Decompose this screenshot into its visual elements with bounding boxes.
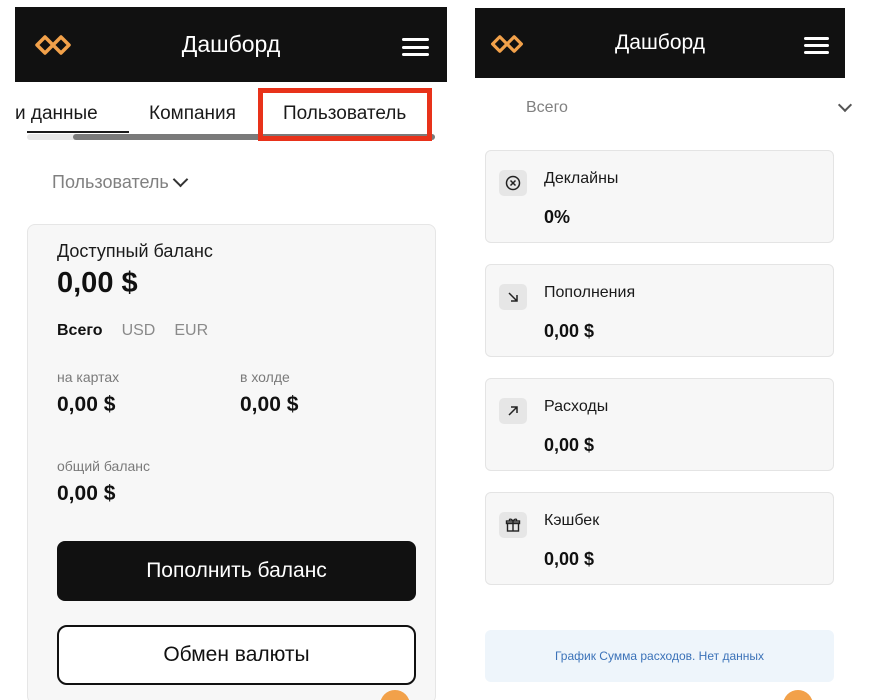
total-balance-label: общий баланс: [57, 458, 151, 474]
balance-title: Доступный баланс: [57, 241, 213, 261]
logo-icon[interactable]: [33, 33, 73, 62]
on-hold-label: в холде: [240, 369, 290, 385]
currency-tab-usd[interactable]: USD: [122, 322, 156, 340]
menu-icon[interactable]: [804, 37, 829, 54]
currency-tab-all[interactable]: Всего: [57, 322, 103, 340]
page-title: Дашборд: [615, 31, 705, 54]
stat-value: 0,00 $: [544, 435, 595, 455]
stat-label: Расходы: [544, 398, 609, 415]
stat-value: 0,00 $: [544, 549, 595, 569]
highlight-box: [258, 88, 432, 141]
balance-card: Доступный баланс 0,00 $ Всего USD EUR на…: [27, 224, 436, 700]
left-screen: Дашборд и данные Компания Пользователь П…: [0, 0, 460, 700]
on-hold-value: 0,00 $: [240, 393, 299, 416]
period-filter-dropdown[interactable]: Всего: [526, 97, 853, 117]
on-cards-value: 0,00 $: [57, 393, 116, 416]
tab-company[interactable]: Компания: [149, 103, 236, 125]
arrow-down-right-icon: [499, 284, 527, 310]
arrow-up-right-icon: [499, 398, 527, 424]
expenses-chart-empty: График Сумма расходов. Нет данных: [485, 630, 834, 682]
stat-label: Кэшбек: [544, 512, 600, 529]
stat-value: 0,00 $: [544, 321, 595, 341]
stat-card-expenses: Расходы 0,00 $: [485, 378, 834, 471]
total-balance-value: 0,00 $: [57, 482, 116, 505]
chevron-down-icon: [837, 97, 853, 113]
stat-label: Пополнения: [544, 284, 636, 301]
stat-card-declines: Деклайны 0%: [485, 150, 834, 243]
app-header: Дашборд: [15, 7, 447, 82]
gift-icon: [499, 512, 527, 538]
declined-icon: [499, 170, 527, 196]
page-title: Дашборд: [181, 31, 281, 57]
chevron-down-icon: [172, 171, 189, 188]
user-filter-dropdown[interactable]: Пользователь: [52, 171, 189, 193]
support-chat-icon[interactable]: [783, 690, 813, 700]
on-cards-label: на картах: [57, 369, 120, 385]
stat-label: Деклайны: [544, 170, 619, 187]
topup-balance-button[interactable]: Пополнить баланс: [57, 541, 416, 601]
menu-icon[interactable]: [402, 38, 429, 56]
stat-value: 0%: [544, 207, 571, 227]
stat-card-cashback: Кэшбек 0,00 $: [485, 492, 834, 585]
balance-amount: 0,00 $: [57, 267, 138, 299]
period-filter-value: Всего: [526, 99, 568, 116]
stat-card-topups: Пополнения 0,00 $: [485, 264, 834, 357]
logo-icon[interactable]: [489, 33, 525, 60]
currency-tab-eur[interactable]: EUR: [174, 322, 208, 340]
currency-exchange-button[interactable]: Обмен валюты: [57, 625, 416, 685]
app-header-right: Дашборд: [475, 8, 845, 78]
active-tab-underline: [27, 131, 129, 133]
currency-tabs: Всего USD EUR: [57, 322, 208, 340]
right-screen: Дашборд Всего Деклайны 0% Пополнения 0,0…: [465, 0, 875, 700]
user-filter-value: Пользователь: [52, 172, 169, 192]
tab-data[interactable]: и данные: [15, 103, 98, 125]
